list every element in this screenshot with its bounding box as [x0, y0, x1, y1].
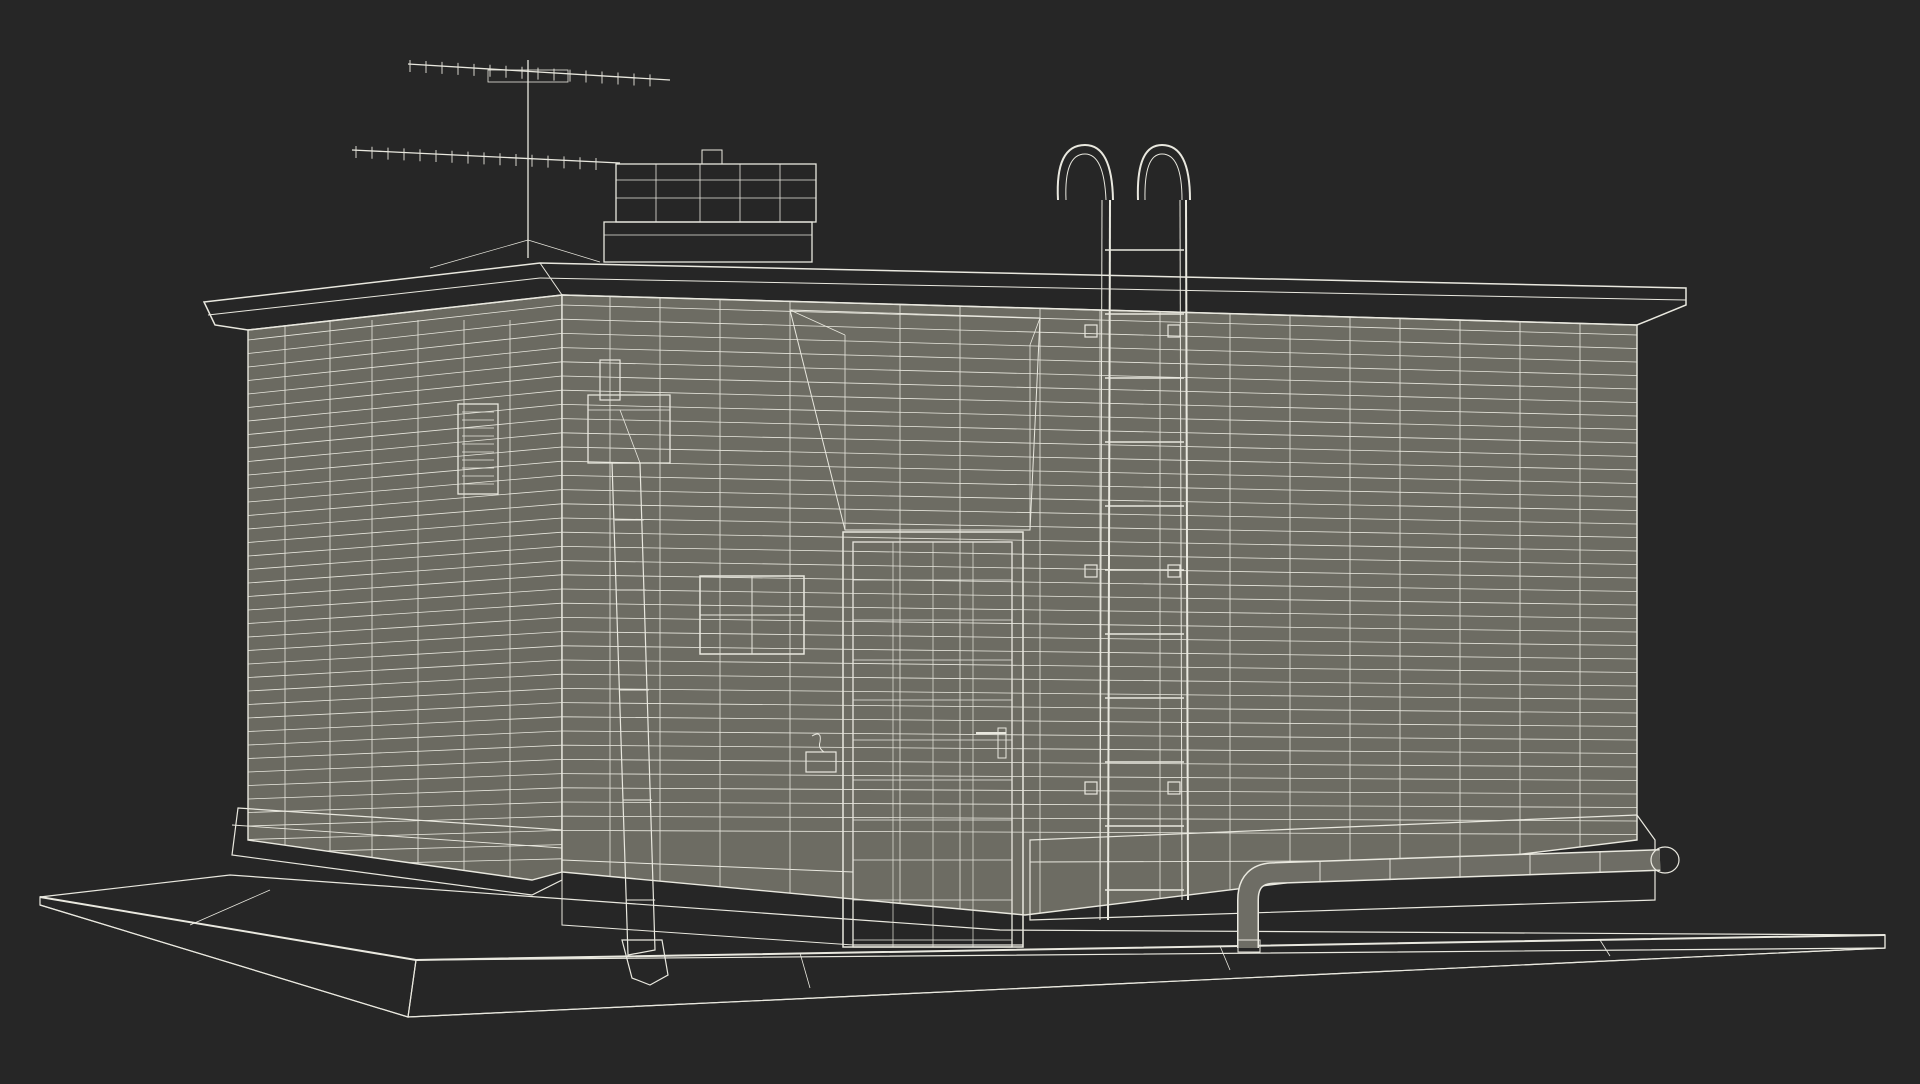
chimney [603, 149, 817, 263]
left-wall [231, 294, 563, 896]
render-viewport [0, 0, 1920, 1080]
building-wireframe-render [39, 60, 1886, 1018]
gas-pipe [1237, 846, 1680, 953]
